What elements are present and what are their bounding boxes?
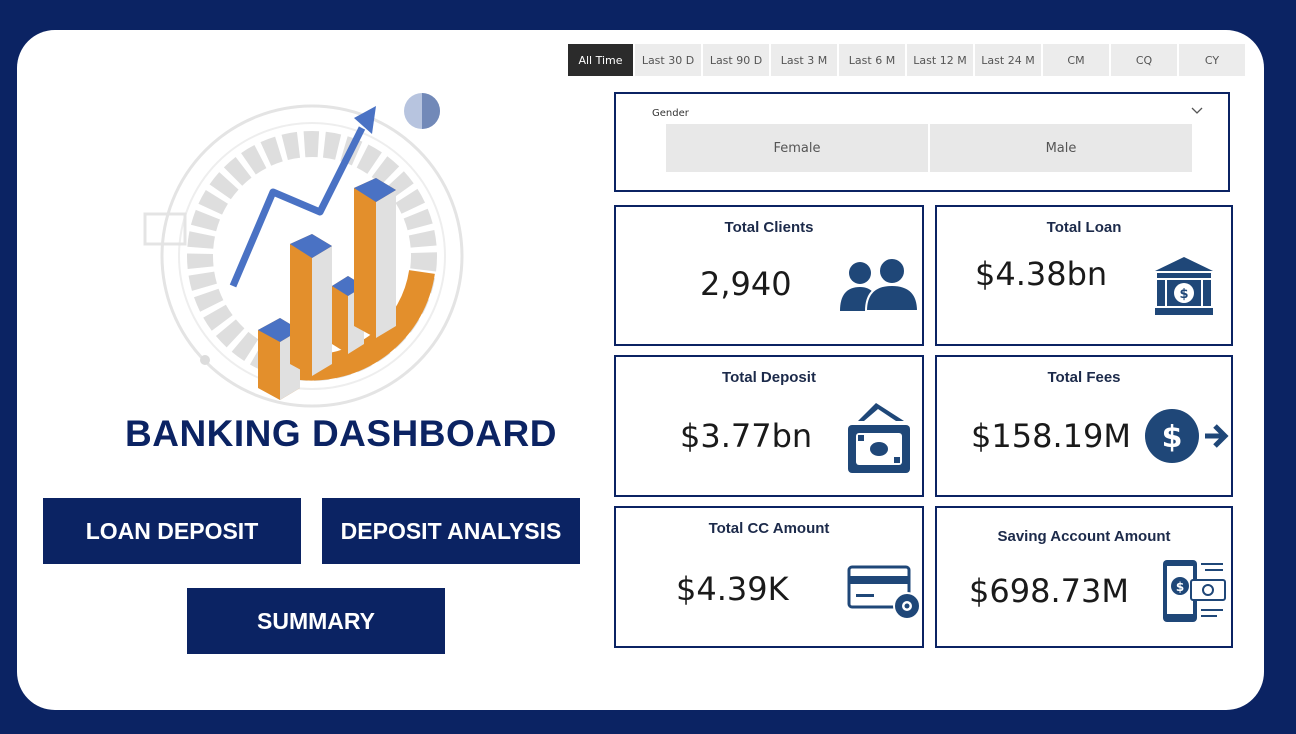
summary-button[interactable]: SUMMARY [187, 588, 445, 654]
time-filter-all-time[interactable]: All Time [568, 44, 633, 76]
bank-icon: $ [1155, 257, 1213, 315]
kpi-value: $3.77bn [680, 417, 813, 455]
dashboard-title: BANKING DASHBOARD [125, 413, 557, 454]
svg-text:$: $ [1179, 287, 1188, 302]
credit-card-icon [847, 565, 921, 620]
kpi-title: Total Fees [1047, 369, 1121, 386]
growth-chart-illustration [143, 93, 464, 408]
kpi-card-total-deposit: Total Deposit $3.77bn [614, 355, 924, 497]
loan-deposit-button[interactable]: LOAN DEPOSIT [43, 498, 301, 564]
kpi-card-saving-account-amount: Saving Account Amount $698.73M $ [935, 506, 1233, 648]
dollar-transfer-icon: $ [1145, 409, 1229, 463]
gender-slicer: Gender Female Male [614, 92, 1230, 192]
svg-text:$: $ [1176, 580, 1184, 594]
time-filter-cq[interactable]: CQ [1111, 44, 1177, 76]
kpi-title: Total CC Amount [708, 520, 830, 537]
time-filter-last-12-m[interactable]: Last 12 M [907, 44, 973, 76]
kpi-card-total-cc-amount: Total CC Amount $4.39K [614, 506, 924, 648]
time-filter-last-6-m[interactable]: Last 6 M [839, 44, 905, 76]
kpi-value: $698.73M [969, 572, 1129, 610]
kpi-title: Total Clients [724, 219, 814, 236]
cash-icon [848, 403, 910, 473]
time-filter-cy[interactable]: CY [1179, 44, 1245, 76]
kpi-title: Total Loan [1046, 219, 1122, 236]
kpi-value: 2,940 [700, 265, 792, 303]
time-filter-cm[interactable]: CM [1043, 44, 1109, 76]
kpi-value: $4.39K [676, 570, 789, 608]
chevron-down-icon[interactable] [1190, 104, 1204, 118]
kpi-title: Total Deposit [722, 369, 816, 386]
kpi-card-total-fees: Total Fees $158.19M $ [935, 355, 1233, 497]
kpi-title: Saving Account Amount [997, 528, 1171, 545]
mobile-payment-icon: $ [1163, 560, 1226, 622]
time-filter-last-24-m[interactable]: Last 24 M [975, 44, 1041, 76]
kpi-card-total-clients: Total Clients 2,940 [614, 205, 924, 346]
kpi-value: $158.19M [971, 417, 1131, 455]
time-filter-last-90-d[interactable]: Last 90 D [703, 44, 769, 76]
gender-slicer-label: Gender [652, 108, 689, 119]
time-filter-last-30-d[interactable]: Last 30 D [635, 44, 701, 76]
kpi-value: $4.38bn [975, 255, 1108, 293]
time-filter-bar: All Time Last 30 D Last 90 D Last 3 M La… [568, 44, 1245, 76]
users-icon [840, 257, 918, 312]
svg-text:$: $ [1162, 420, 1183, 455]
kpi-card-total-loan: Total Loan $4.38bn $ [935, 205, 1233, 346]
time-filter-last-3-m[interactable]: Last 3 M [771, 44, 837, 76]
gender-option-female[interactable]: Female [666, 124, 928, 172]
deposit-analysis-button[interactable]: DEPOSIT ANALYSIS [322, 498, 580, 564]
gender-option-male[interactable]: Male [930, 124, 1192, 172]
